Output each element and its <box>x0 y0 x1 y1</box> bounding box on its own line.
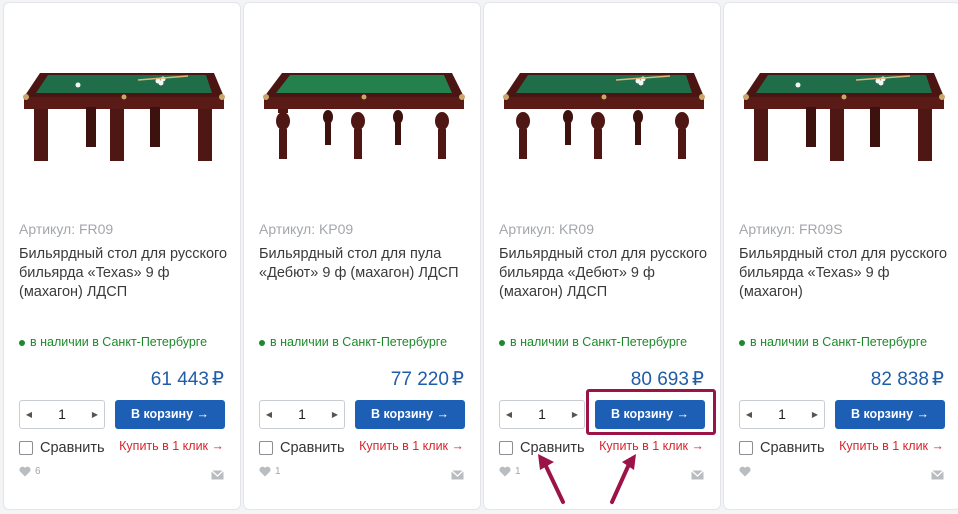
product-price: 80 693 ₽ <box>631 368 704 391</box>
likes[interactable]: 6 <box>19 466 41 477</box>
compare-checkbox[interactable]: Сравнить <box>259 439 345 457</box>
add-to-cart-button[interactable]: В корзину → <box>355 400 465 429</box>
heart-icon <box>739 466 751 477</box>
product-card: Артикул: KR09 Бильярдный стол для русско… <box>483 2 721 510</box>
buy-one-click-link[interactable]: Купить в 1 клик → <box>839 439 944 453</box>
quantity-stepper: ◀ 1 ▶ <box>19 400 105 429</box>
billiard-table-image <box>263 73 465 159</box>
currency-symbol: ₽ <box>931 369 944 390</box>
currency-symbol: ₽ <box>691 369 704 390</box>
product-price: 82 838 ₽ <box>871 368 944 391</box>
quantity-input[interactable]: 1 <box>758 401 806 428</box>
compare-label: Сравнить <box>520 440 585 456</box>
product-image[interactable] <box>258 49 470 169</box>
stock-label: в наличии в Санкт-Петербурге <box>750 335 928 349</box>
envelope-icon[interactable] <box>931 467 944 485</box>
price-value: 82 838 <box>870 369 929 390</box>
envelope-icon[interactable] <box>691 467 704 485</box>
compare-label: Сравнить <box>40 440 105 456</box>
compare-checkbox[interactable]: Сравнить <box>19 439 105 457</box>
envelope-icon[interactable] <box>211 467 224 485</box>
triangle-right-icon[interactable]: ▶ <box>327 401 343 428</box>
product-price: 61 443 ₽ <box>151 368 224 391</box>
buy-one-click-link[interactable]: Купить в 1 клик → <box>359 439 464 453</box>
compare-label: Сравнить <box>280 440 345 456</box>
envelope-icon[interactable] <box>451 467 464 485</box>
compare-checkbox[interactable]: Сравнить <box>499 439 585 457</box>
product-price: 77 220 ₽ <box>391 368 464 391</box>
triangle-right-icon[interactable]: ▶ <box>567 401 583 428</box>
price-value: 80 693 <box>630 369 689 390</box>
price-value: 77 220 <box>390 369 449 390</box>
stock-label: в наличии в Санкт-Петербурге <box>270 335 448 349</box>
product-grid: Артикул: FR09 Бильярдный стол для русско… <box>0 0 958 514</box>
billiard-table-image <box>23 73 225 161</box>
quantity-input[interactable]: 1 <box>38 401 86 428</box>
product-sku: Артикул: KP09 <box>259 221 354 237</box>
dot-icon <box>739 339 745 346</box>
heart-icon <box>499 466 511 477</box>
product-image[interactable] <box>738 49 950 169</box>
triangle-right-icon[interactable]: ▶ <box>807 401 823 428</box>
checkbox-icon[interactable] <box>499 441 513 455</box>
likes-count: 6 <box>35 466 41 477</box>
product-card: Артикул: FR09 Бильярдный стол для русско… <box>3 2 241 510</box>
checkbox-icon[interactable] <box>739 441 753 455</box>
product-card: Артикул: FR09S Бильярдный стол для русск… <box>723 2 958 510</box>
stock-label: в наличии в Санкт-Петербурге <box>510 335 688 349</box>
heart-icon <box>259 466 271 477</box>
product-image[interactable] <box>498 49 710 169</box>
quantity-stepper: ◀ 1 ▶ <box>259 400 345 429</box>
buy-one-click-link[interactable]: Купить в 1 клик → <box>599 439 704 453</box>
triangle-left-icon[interactable]: ◀ <box>501 401 517 428</box>
quantity-input[interactable]: 1 <box>518 401 566 428</box>
likes-count: 1 <box>275 466 281 477</box>
heart-icon <box>19 466 31 477</box>
price-value: 61 443 <box>150 369 209 390</box>
compare-label: Сравнить <box>760 440 825 456</box>
likes[interactable]: 1 <box>499 466 521 477</box>
checkbox-icon[interactable] <box>259 441 273 455</box>
dot-icon <box>19 339 25 346</box>
quantity-stepper: ◀ 1 ▶ <box>499 400 585 429</box>
quantity-input[interactable]: 1 <box>278 401 326 428</box>
billiard-table-image <box>743 73 945 161</box>
product-sku: Артикул: FR09 <box>19 221 114 237</box>
triangle-right-icon[interactable]: ▶ <box>87 401 103 428</box>
product-sku: Артикул: FR09S <box>739 221 843 237</box>
product-image[interactable] <box>18 49 230 169</box>
stock-status: в наличии в Санкт-Петербурге <box>19 335 207 349</box>
stock-status: в наличии в Санкт-Петербурге <box>499 335 687 349</box>
dot-icon <box>499 339 505 346</box>
triangle-left-icon[interactable]: ◀ <box>21 401 37 428</box>
product-title[interactable]: Бильярдный стол для русского бильярда «T… <box>19 245 229 302</box>
compare-checkbox[interactable]: Сравнить <box>739 439 825 457</box>
currency-symbol: ₽ <box>451 369 464 390</box>
product-title[interactable]: Бильярдный стол для пула «Дебют» 9 ф (ма… <box>259 245 469 283</box>
stock-status: в наличии в Санкт-Петербурге <box>739 335 927 349</box>
likes[interactable] <box>739 466 755 477</box>
add-to-cart-button[interactable]: В корзину → <box>835 400 945 429</box>
stock-label: в наличии в Санкт-Петербурге <box>30 335 208 349</box>
buy-one-click-link[interactable]: Купить в 1 клик → <box>119 439 224 453</box>
product-card: Артикул: KP09 Бильярдный стол для пула «… <box>243 2 481 510</box>
checkbox-icon[interactable] <box>19 441 33 455</box>
likes-count: 1 <box>515 466 521 477</box>
likes[interactable]: 1 <box>259 466 281 477</box>
triangle-left-icon[interactable]: ◀ <box>741 401 757 428</box>
product-sku: Артикул: KR09 <box>499 221 594 237</box>
billiard-table-image <box>503 73 705 159</box>
add-to-cart-button[interactable]: В корзину → <box>595 400 705 429</box>
add-to-cart-button[interactable]: В корзину → <box>115 400 225 429</box>
stock-status: в наличии в Санкт-Петербурге <box>259 335 447 349</box>
quantity-stepper: ◀ 1 ▶ <box>739 400 825 429</box>
currency-symbol: ₽ <box>211 369 224 390</box>
product-title[interactable]: Бильярдный стол для русского бильярда «Д… <box>499 245 709 302</box>
product-title[interactable]: Бильярдный стол для русского бильярда «T… <box>739 245 949 302</box>
dot-icon <box>259 339 265 346</box>
triangle-left-icon[interactable]: ◀ <box>261 401 277 428</box>
